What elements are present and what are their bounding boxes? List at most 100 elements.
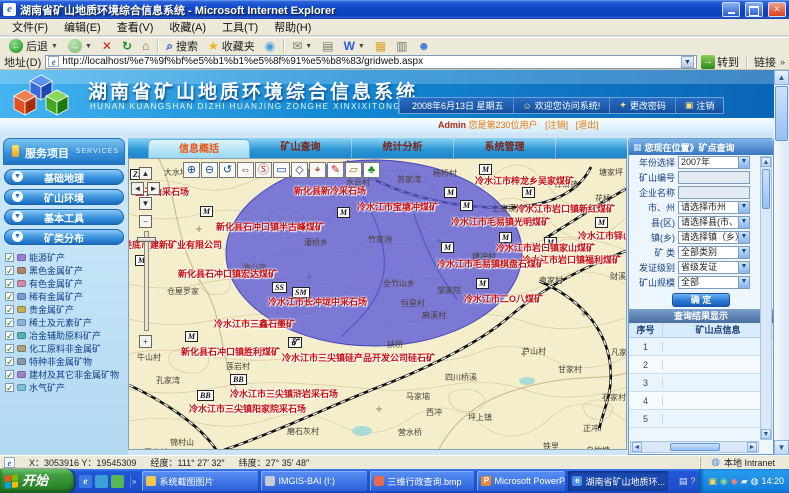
layer-tree-icon[interactable]: ♣ [363, 162, 380, 178]
layer-item[interactable]: 能源矿产 [0, 251, 128, 264]
scroll-down-icon[interactable]: ▼ [774, 440, 789, 455]
zoom-slider-handle[interactable] [137, 237, 156, 242]
layer-item[interactable]: 贵金属矿产 [0, 303, 128, 316]
mine-marker[interactable]: M [337, 207, 350, 218]
menu-item[interactable]: 工具(T) [214, 19, 266, 35]
mine-marker[interactable]: M [476, 278, 489, 289]
pan-down-icon[interactable] [139, 197, 152, 210]
layer-item[interactable]: 化工原料非金属矿 [0, 342, 128, 355]
layer-checkbox[interactable] [5, 383, 14, 392]
layer-checkbox[interactable] [5, 344, 14, 353]
mine-marker[interactable]: SS [272, 282, 287, 293]
zoom-slider-track[interactable] [144, 231, 149, 331]
field-control[interactable]: 请选择县(市、 [678, 216, 750, 229]
taskbar-task[interactable]: 系统截图图片 [142, 471, 258, 491]
module-tab[interactable]: 信息概括 [148, 139, 250, 158]
favorites-button[interactable]: ★收藏夹 [203, 38, 260, 54]
field-control[interactable]: 请选择镇（乡） [678, 231, 750, 244]
links-label[interactable]: 链接 [754, 54, 776, 70]
menu-item[interactable]: 收藏(A) [161, 19, 214, 35]
dropdown-arrow-icon[interactable] [738, 277, 749, 288]
table-row[interactable]: 4 [629, 392, 773, 410]
layer-item[interactable]: 黑色金属矿产 [0, 264, 128, 277]
mine-marker[interactable]: M [441, 242, 454, 253]
layer-checkbox[interactable] [5, 279, 14, 288]
home-button[interactable]: ⌂ [137, 38, 154, 54]
tray-icon[interactable]: ◍ [751, 476, 759, 487]
zoom-rect-icon[interactable]: ⌖ [309, 162, 326, 178]
layer-checkbox[interactable] [5, 370, 14, 379]
mail-button[interactable]: ✉▼ [287, 38, 317, 54]
layer-item[interactable]: 冶金辅助原料矿产 [0, 329, 128, 342]
go-button[interactable]: → 转到 [701, 54, 739, 70]
table-row[interactable]: 3 [629, 374, 773, 392]
sidebar-menu-button[interactable]: 矿山环境 [4, 189, 124, 205]
table-row[interactable]: 1 [629, 338, 773, 356]
field-control[interactable]: 全部类别 [678, 246, 750, 259]
sidebar-menu-button[interactable]: 基本工具 [4, 209, 124, 225]
refresh-icon[interactable]: ↺ [219, 162, 236, 178]
taskbar-task[interactable]: 三维行政查询.bmp [370, 471, 474, 491]
menu-item[interactable]: 帮助(H) [266, 19, 319, 35]
layer-item[interactable]: 水气矿产 [0, 381, 128, 394]
table-row[interactable]: 2 [629, 356, 773, 374]
zoom-out-icon[interactable]: ⊖ [201, 162, 218, 178]
start-button[interactable]: 开始 [0, 469, 74, 493]
taskbar-task[interactable]: e 湖南省矿山地质环... [568, 471, 668, 491]
module-tab[interactable]: 系统管理 [454, 138, 556, 158]
layer-checkbox[interactable] [5, 266, 14, 275]
field-control[interactable]: 请选择市州 [678, 201, 750, 214]
sidebar-menu-button[interactable]: 矿类分布 [4, 229, 124, 245]
zoom-plus-icon[interactable] [139, 335, 152, 348]
panel-hscrollbar[interactable]: ◄ ► [630, 441, 759, 453]
browser-scrollbar[interactable]: ▲ ▼ [774, 70, 789, 455]
tray-icon[interactable]: ◆ [731, 476, 738, 487]
mine-marker[interactable]: M [544, 237, 557, 248]
dropdown-arrow-icon[interactable] [738, 202, 749, 213]
edit-button[interactable]: W▼ [339, 38, 370, 54]
history-button[interactable]: ▥ [391, 38, 412, 54]
layer-item[interactable]: 有色金属矿产 [0, 277, 128, 290]
taskbar-task[interactable]: IMGIS-BAI (I:) [261, 471, 367, 491]
address-dropdown-icon[interactable]: ▼ [681, 56, 694, 68]
layer-item[interactable]: 稀有金属矿产 [0, 290, 128, 303]
layer-checkbox[interactable] [5, 331, 14, 340]
quick-launch-icon[interactable]: e [79, 475, 92, 488]
tray-icon[interactable]: ▤ [679, 476, 688, 487]
mine-marker[interactable]: 矿 [288, 337, 302, 348]
mine-marker[interactable]: M [185, 331, 198, 342]
dropdown-arrow-icon[interactable] [738, 217, 749, 228]
chevron-right-icon[interactable]: » [780, 57, 785, 67]
zoom-in-icon[interactable]: ⊕ [183, 162, 200, 178]
banner-nav-item[interactable]: ✦ 更改密码 [609, 98, 675, 113]
refresh-button[interactable]: ↻ [117, 38, 137, 54]
exit-link[interactable]: [退出] [576, 120, 599, 130]
scroll-down-icon[interactable]: ▼ [761, 429, 771, 439]
menu-item[interactable]: 编辑(E) [56, 19, 109, 35]
print-button[interactable]: ▤ [317, 38, 338, 54]
stop-button[interactable]: ✕ [97, 38, 117, 54]
mine-marker[interactable]: SM [292, 287, 310, 298]
layer-item[interactable]: 特种非金属矿物 [0, 355, 128, 368]
mine-marker[interactable]: M [522, 187, 535, 198]
chevron-right-icon[interactable]: » [130, 477, 138, 486]
field-control[interactable]: 2007年 [678, 156, 750, 169]
module-tab[interactable]: 统计分析 [352, 138, 454, 158]
module-tab[interactable]: 矿山查询 [250, 138, 352, 158]
menu-item[interactable]: 文件(F) [4, 19, 56, 35]
scroll-up-icon[interactable]: ▲ [774, 70, 789, 85]
tray-icon[interactable]: ▰ [741, 476, 748, 487]
mine-marker[interactable]: BB [197, 390, 214, 401]
minimize-button[interactable] [722, 2, 740, 17]
dropdown-arrow-icon[interactable] [738, 262, 749, 273]
address-input[interactable]: e http://localhost/%e7%9f%bf%e5%b1%b1%e5… [45, 55, 697, 69]
layer-item[interactable]: 建材及其它非金属矿物 [0, 368, 128, 381]
layer-checkbox[interactable] [5, 292, 14, 301]
media-button[interactable]: ◉ [260, 38, 280, 54]
mine-marker[interactable]: M [499, 232, 512, 243]
field-control[interactable] [678, 171, 750, 184]
sidebar-menu-button[interactable]: 基础地理 [4, 169, 124, 185]
field-control[interactable] [678, 186, 750, 199]
layer-checkbox[interactable] [5, 305, 14, 314]
field-control[interactable]: 省级发证 [678, 261, 750, 274]
